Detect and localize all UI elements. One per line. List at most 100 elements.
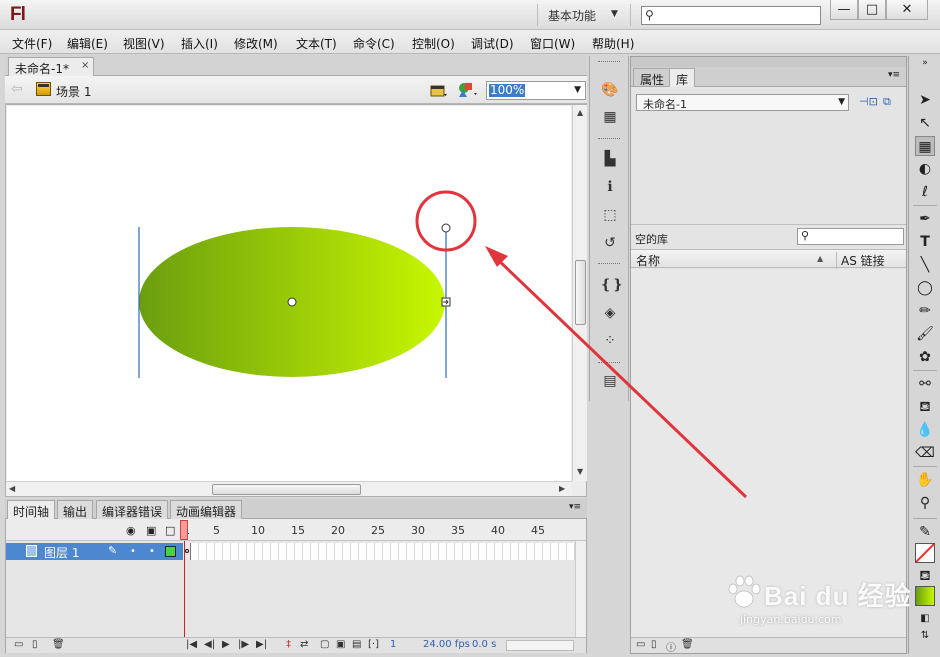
- expand-panel-icon[interactable]: »: [915, 58, 935, 68]
- elapsed-time[interactable]: 0.0 s: [472, 639, 496, 650]
- minimize-button[interactable]: —: [830, 0, 858, 20]
- panel-grip[interactable]: [598, 61, 620, 64]
- close-window-button[interactable]: ✕: [886, 0, 928, 20]
- motion-presets-icon[interactable]: ⁘: [600, 332, 620, 350]
- stage-horizontal-scrollbar[interactable]: ◀ ▶: [6, 481, 572, 496]
- menu-debug[interactable]: 调试(D): [471, 35, 514, 52]
- layer-row[interactable]: 图层 1 ✎ • •: [6, 543, 183, 560]
- oval-tool-icon[interactable]: ◯: [915, 278, 935, 298]
- new-library-panel-icon[interactable]: ⧉: [883, 95, 899, 109]
- frame-ruler[interactable]: 1 5 10 15 20 25 30 35 40 45: [183, 519, 575, 541]
- help-search-input[interactable]: ⚲: [641, 6, 821, 25]
- 3d-rotation-tool-icon[interactable]: ◐: [915, 159, 935, 179]
- trash-icon[interactable]: 🗑: [681, 639, 694, 650]
- stage-canvas[interactable]: [7, 106, 571, 481]
- center-frame-icon[interactable]: ‡: [286, 639, 291, 650]
- layer-name[interactable]: 图层 1: [44, 544, 79, 561]
- color-palette-icon[interactable]: 🎨: [600, 81, 620, 99]
- tab-compiler-errors[interactable]: 编译器错误: [96, 500, 169, 519]
- deco-tool-icon[interactable]: ✿: [915, 347, 935, 367]
- back-arrow-icon[interactable]: ⇦: [11, 81, 23, 97]
- library-document-select[interactable]: 未命名-1 ▼: [636, 94, 849, 111]
- swap-colors-icon[interactable]: ⇅: [915, 626, 935, 646]
- pencil-tool-icon[interactable]: ✏: [915, 301, 935, 321]
- menu-edit[interactable]: 编辑(E): [67, 35, 108, 52]
- visibility-dot[interactable]: •: [130, 546, 136, 557]
- timeline-horizontal-scrollbar[interactable]: [506, 640, 574, 651]
- edit-symbols-icon[interactable]: [457, 81, 479, 98]
- transform-icon[interactable]: ⬚: [600, 206, 620, 224]
- menu-help[interactable]: 帮助(H): [592, 35, 634, 52]
- frames-row[interactable]: [183, 543, 575, 560]
- pen-tool-icon[interactable]: ✒: [915, 209, 935, 229]
- stroke-color-icon[interactable]: ✎: [915, 522, 935, 542]
- menu-file[interactable]: 文件(F): [12, 35, 52, 52]
- components-icon[interactable]: ◈: [600, 304, 620, 322]
- column-linkage[interactable]: AS 链接: [836, 252, 885, 269]
- scroll-thumb[interactable]: [575, 260, 586, 325]
- tab-motion-editor[interactable]: 动画编辑器: [170, 500, 243, 519]
- tab-library[interactable]: 库: [669, 68, 696, 87]
- eyedropper-tool-icon[interactable]: 💧: [915, 420, 935, 440]
- onion-skin-icon[interactable]: ▢: [320, 639, 329, 650]
- tab-output[interactable]: 输出: [57, 500, 94, 519]
- bone-tool-icon[interactable]: ⚯: [915, 374, 935, 394]
- panel-grip[interactable]: [598, 362, 620, 365]
- stroke-color-swatch[interactable]: [915, 543, 935, 563]
- modify-markers-icon[interactable]: [·]: [368, 639, 379, 650]
- edit-scene-icon[interactable]: [430, 82, 448, 97]
- playhead[interactable]: [180, 520, 188, 540]
- column-name[interactable]: 名称: [636, 252, 660, 269]
- properties-icon[interactable]: ⓘ: [666, 639, 676, 654]
- scroll-up-icon[interactable]: ▲: [577, 108, 583, 117]
- pin-library-icon[interactable]: ⊣⊡: [859, 95, 878, 109]
- current-frame[interactable]: 1: [390, 639, 396, 650]
- trash-icon[interactable]: 🗑: [52, 639, 65, 650]
- sort-up-icon[interactable]: ▲: [817, 254, 823, 263]
- layer-color-box[interactable]: [165, 546, 176, 557]
- play-icon[interactable]: ▶: [222, 639, 230, 650]
- fill-color-swatch[interactable]: [915, 586, 935, 606]
- maximize-button[interactable]: □: [858, 0, 886, 20]
- panel-grip[interactable]: [598, 263, 620, 266]
- lasso-tool-icon[interactable]: ℓ: [915, 182, 935, 202]
- panel-menu-icon[interactable]: ▾≡: [888, 70, 900, 80]
- lock-dot[interactable]: •: [149, 546, 155, 557]
- last-frame-icon[interactable]: ▶|: [256, 639, 267, 650]
- scroll-thumb[interactable]: [212, 484, 361, 495]
- history-icon[interactable]: ↺: [600, 234, 620, 252]
- info-icon[interactable]: ℹ: [600, 178, 620, 196]
- panel-collapse-strip[interactable]: [631, 57, 906, 67]
- gradient-center-handle[interactable]: [287, 297, 297, 307]
- eraser-tool-icon[interactable]: ⌫: [915, 443, 935, 463]
- tab-timeline[interactable]: 时间轴: [7, 500, 56, 519]
- lock-icon[interactable]: ▣: [146, 524, 156, 537]
- chevron-down-icon[interactable]: ▼: [838, 97, 845, 107]
- new-layer-icon[interactable]: ▭: [14, 639, 23, 650]
- outline-icon[interactable]: □: [165, 524, 175, 537]
- new-symbol-icon[interactable]: ▭: [636, 639, 645, 650]
- chevron-down-icon[interactable]: ▼: [611, 9, 618, 19]
- timeline-vertical-scrollbar[interactable]: [575, 541, 586, 637]
- scene-label[interactable]: 场景 1: [56, 83, 91, 100]
- stage-vertical-scrollbar[interactable]: ▲ ▼: [572, 105, 587, 481]
- line-tool-icon[interactable]: ╲: [915, 255, 935, 275]
- gradient-rotation-handle[interactable]: [441, 223, 451, 233]
- loop-icon[interactable]: ⇄: [300, 639, 308, 650]
- gradient-transform-tool-icon[interactable]: ▦: [915, 136, 935, 156]
- panel-menu-icon[interactable]: ▾≡: [569, 502, 581, 512]
- prev-frame-icon[interactable]: ◀|: [204, 639, 215, 650]
- document-tab[interactable]: 未命名-1* ×: [8, 57, 94, 76]
- new-folder-icon[interactable]: ▯: [651, 639, 657, 650]
- edit-multiple-icon[interactable]: ▤: [352, 639, 361, 650]
- panel-grip[interactable]: [598, 138, 620, 141]
- menu-insert[interactable]: 插入(I): [181, 35, 218, 52]
- align-icon[interactable]: ▙: [600, 150, 620, 168]
- paint-bucket-tool-icon[interactable]: ⛾: [915, 397, 935, 417]
- actions-icon[interactable]: ❴❵: [600, 276, 623, 294]
- scroll-right-icon[interactable]: ▶: [559, 484, 565, 493]
- zoom-tool-icon[interactable]: ⚲: [915, 493, 935, 513]
- menu-modify[interactable]: 修改(M): [234, 35, 278, 52]
- brush-tool-icon[interactable]: 🖌: [915, 324, 935, 344]
- text-tool-icon[interactable]: T: [915, 232, 935, 252]
